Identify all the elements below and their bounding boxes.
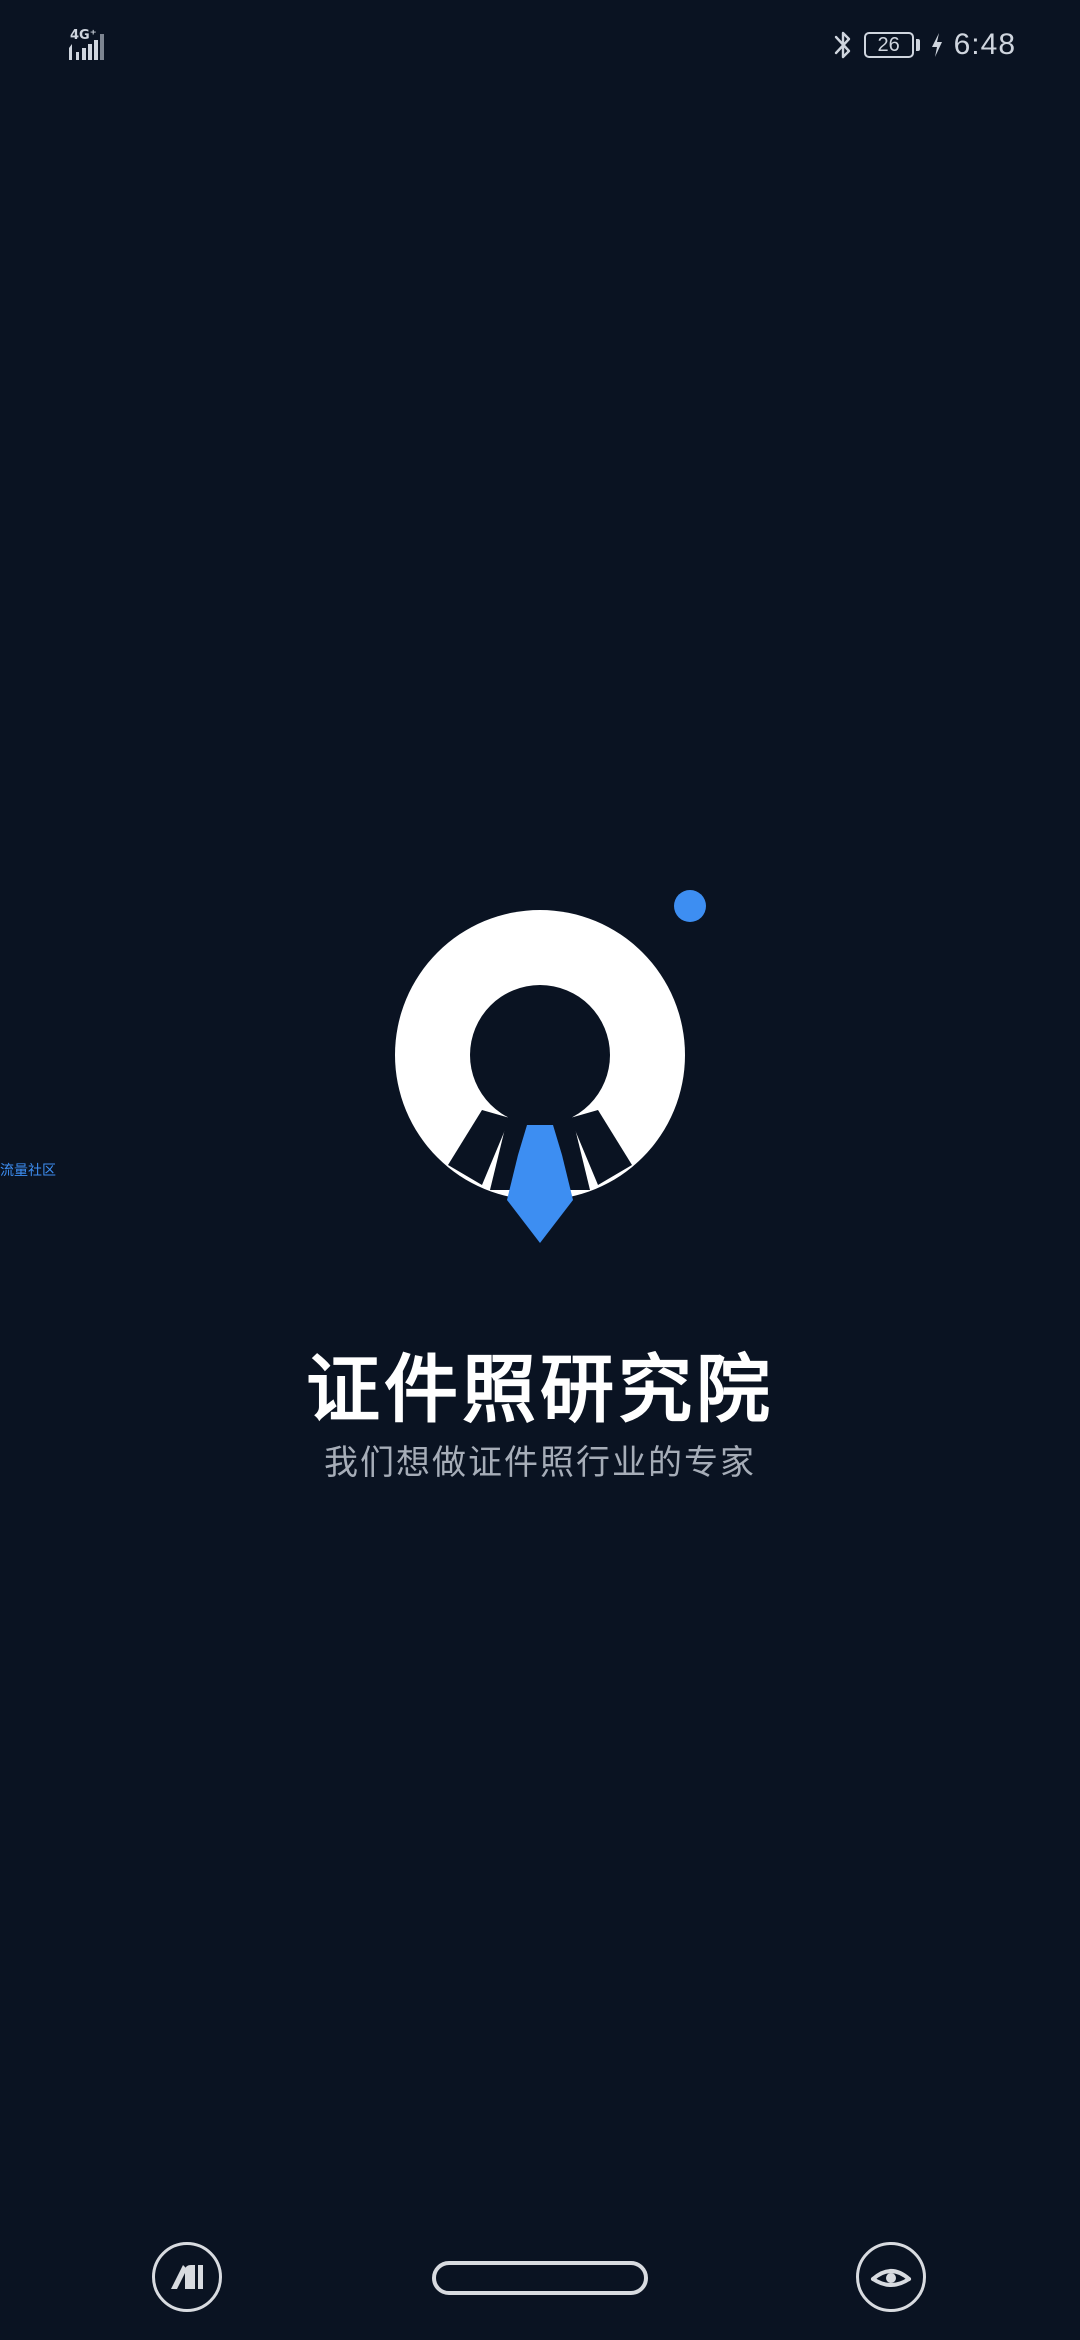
assistant-button[interactable] [152, 2242, 222, 2312]
clock: 6:48 [953, 28, 1016, 61]
app-slogan: 我们想做证件照行业的专家 [324, 1444, 756, 1482]
home-bar[interactable] [432, 2261, 648, 2295]
battery-level: 26 [863, 32, 914, 58]
splash-screen: 4G⁺ 26 6:48 流量社区 证件照研究院 我们想做证件照行业的专家 [0, 0, 1080, 2340]
floating-side-label[interactable]: 流量社区 [0, 1160, 56, 1180]
eye-icon [871, 2269, 911, 2287]
charging-icon [931, 33, 942, 57]
signal-icon: 4G⁺ [68, 26, 128, 64]
status-right-group: 26 6:48 [832, 24, 1016, 66]
assistant-icon [171, 2265, 203, 2289]
logo-dot [674, 890, 706, 922]
status-bar: 4G⁺ 26 6:48 [0, 0, 1080, 90]
eye-button[interactable] [856, 2242, 926, 2312]
bluetooth-icon [834, 31, 850, 59]
battery-icon: 26 [863, 32, 920, 58]
app-name: 证件照研究院 [306, 1348, 774, 1431]
battery-tip [915, 39, 920, 51]
app-logo [395, 890, 706, 1243]
network-type-label: 4G⁺ [70, 28, 97, 43]
